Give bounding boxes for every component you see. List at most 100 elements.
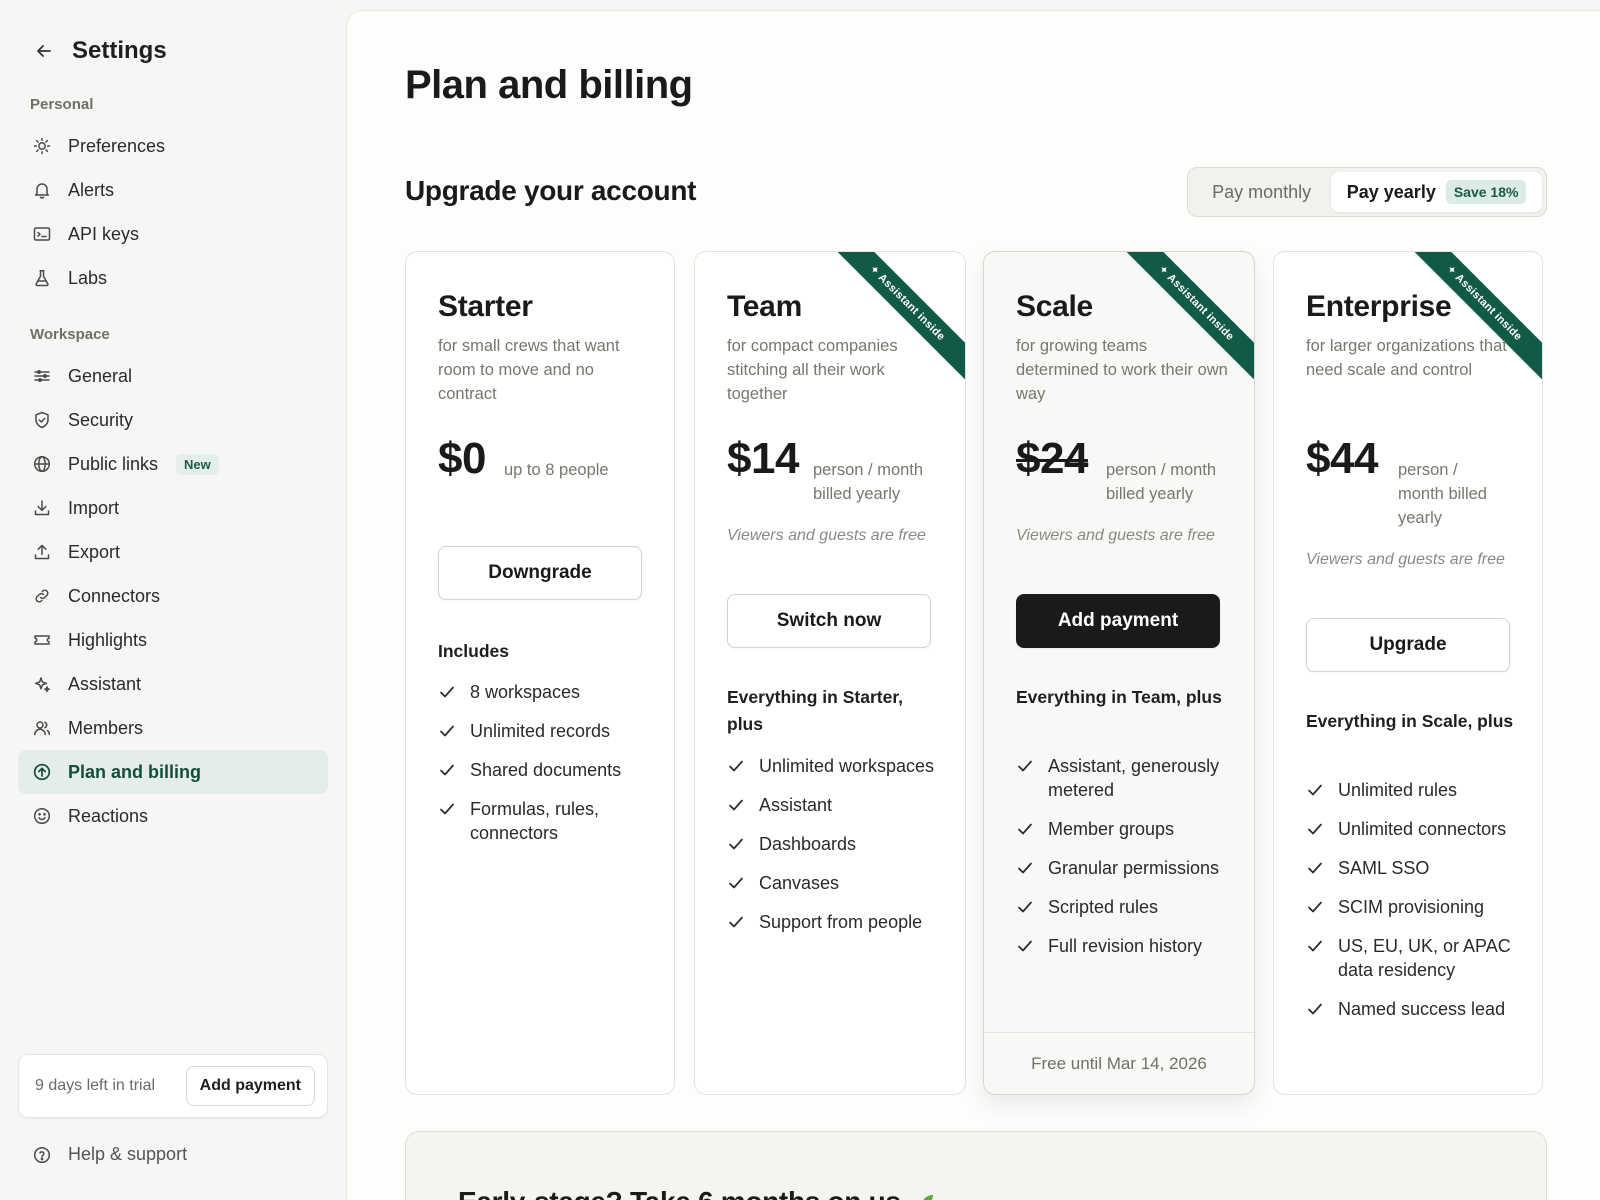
sidebar-item-label: General <box>68 365 133 386</box>
sidebar-item-label: Assistant <box>68 673 142 694</box>
plan-price-unit: person / month billed yearly <box>1106 461 1217 503</box>
feature-item: Unlimited workspaces <box>727 754 943 778</box>
check-icon <box>440 803 454 815</box>
feature-item: Named success lead <box>1306 997 1522 1021</box>
link-icon <box>35 589 49 603</box>
terminal-icon <box>33 227 51 241</box>
check-icon <box>1018 901 1032 913</box>
help-label: Help & support <box>68 1144 188 1164</box>
sidebar-item-security[interactable]: Security <box>18 398 328 442</box>
smile-icon <box>33 807 51 825</box>
check-icon <box>729 838 743 850</box>
sidebar-item-api-keys[interactable]: API keys <box>18 212 328 256</box>
plan-price: $44 <box>1306 434 1378 483</box>
shield-icon <box>35 411 49 429</box>
check-icon <box>729 877 743 889</box>
sidebar-title: Settings <box>72 37 167 64</box>
feature-item: Dashboards <box>727 832 943 856</box>
upgrade-button[interactable]: Upgrade <box>1306 618 1510 672</box>
sidebar-item-assistant[interactable]: Assistant <box>18 662 328 706</box>
back-arrow-icon[interactable] <box>34 41 54 61</box>
check-icon <box>1018 823 1032 835</box>
sidebar-item-label: Labs <box>68 267 108 288</box>
sidebar-header: Settings <box>34 34 167 68</box>
feature-item: Shared documents <box>438 758 654 782</box>
sidebar-item-label: Plan and billing <box>68 761 202 782</box>
sparkle-icon <box>34 677 50 693</box>
help-support-link[interactable]: Help & support <box>32 1144 187 1165</box>
banner-title-text: Early-stage? Take 6 months on us <box>458 1186 901 1200</box>
check-icon <box>1018 862 1032 874</box>
main-panel: Plan and billing Upgrade your account Pa… <box>346 10 1600 1200</box>
sidebar-item-public-links[interactable]: Public links New <box>18 442 328 486</box>
sidebar-item-import[interactable]: Import <box>18 486 328 530</box>
feature-item: SAML SSO <box>1306 856 1522 880</box>
plan-note: Viewers and guests are free <box>727 527 926 544</box>
feature-item: Unlimited records <box>438 719 654 743</box>
trial-box: 9 days left in trial Add payment <box>18 1054 328 1118</box>
features-title: Everything in Scale, plus <box>1306 711 1514 731</box>
plan-note: Viewers and guests are free <box>1306 551 1505 568</box>
plan-price-unit: person / month billed yearly <box>1398 461 1487 527</box>
check-icon <box>1308 940 1322 952</box>
sidebar-item-labs[interactable]: Labs <box>18 256 328 300</box>
check-icon <box>1308 823 1322 835</box>
plan-card-starter: Starter for small crews that want room t… <box>405 251 675 1095</box>
sidebar-item-members[interactable]: Members <box>18 706 328 750</box>
save-badge: Save 18% <box>1445 180 1527 204</box>
globe-icon <box>33 455 51 473</box>
sidebar-item-alerts[interactable]: Alerts <box>18 168 328 212</box>
plan-price: $24 <box>1016 434 1088 483</box>
sidebar-item-reactions[interactable]: Reactions <box>18 794 328 838</box>
sidebar-item-label: Connectors <box>68 585 161 606</box>
feature-list: 8 workspaces Unlimited records Shared do… <box>438 680 654 860</box>
bell-icon <box>34 183 50 199</box>
sidebar-item-connectors[interactable]: Connectors <box>18 574 328 618</box>
sidebar-item-general[interactable]: General <box>18 354 328 398</box>
page-title: Plan and billing <box>405 63 693 107</box>
pay-monthly-option[interactable]: Pay monthly <box>1192 172 1331 212</box>
section-title: Upgrade your account <box>405 175 697 206</box>
early-stage-banner: Early-stage? Take 6 months on us <box>405 1131 1547 1200</box>
sidebar-item-label: Import <box>68 497 120 518</box>
feature-item: Unlimited connectors <box>1306 817 1522 841</box>
feature-item: US, EU, UK, or APAC data residency <box>1306 934 1522 982</box>
plan-name: Team <box>727 290 802 323</box>
help-circle-icon <box>33 1146 51 1163</box>
check-icon <box>440 686 454 698</box>
download-icon <box>34 500 50 516</box>
sidebar-item-plan-and-billing[interactable]: Plan and billing <box>18 750 328 794</box>
plan-description: for small crews that want room to move a… <box>438 337 620 403</box>
downgrade-button[interactable]: Downgrade <box>438 546 642 600</box>
pay-yearly-option[interactable]: Pay yearly Save 18% <box>1331 172 1542 212</box>
check-icon <box>729 760 743 772</box>
trial-end-footer: Free until Mar 14, 2026 <box>984 1032 1254 1094</box>
arrow-up-circle-icon <box>33 763 51 781</box>
sidebar-item-highlights[interactable]: Highlights <box>18 618 328 662</box>
sidebar-item-label: Public links <box>68 453 159 474</box>
add-payment-button[interactable]: Add payment <box>1016 594 1220 648</box>
check-icon <box>1018 760 1032 772</box>
banner-title: Early-stage? Take 6 months on us <box>458 1186 937 1200</box>
feature-list: Unlimited rules Unlimited connectors SAM… <box>1306 778 1522 1036</box>
features-title: Includes <box>438 641 509 661</box>
feature-item: Scripted rules <box>1016 895 1232 919</box>
sidebar-add-payment-button[interactable]: Add payment <box>185 1066 315 1106</box>
plan-card-enterprise: ✦ Assistant inside Enterprise for larger… <box>1273 251 1543 1095</box>
switch-now-button[interactable]: Switch now <box>727 594 931 648</box>
check-icon <box>1308 862 1322 874</box>
sprout-icon <box>923 1195 933 1200</box>
plan-note: Viewers and guests are free <box>1016 527 1215 544</box>
sidebar-item-preferences[interactable]: Preferences <box>18 124 328 168</box>
plan-description: for growing teams determined to work the… <box>1016 337 1228 403</box>
plan-description: for compact companies stitching all thei… <box>727 337 898 403</box>
sun-icon <box>33 137 51 155</box>
sidebar-item-export[interactable]: Export <box>18 530 328 574</box>
settings-sidebar: Settings Personal Preferences Alerts API… <box>0 0 346 1200</box>
flask-icon <box>35 270 49 287</box>
check-icon <box>729 916 743 928</box>
check-icon <box>1018 940 1032 952</box>
feature-item: SCIM provisioning <box>1306 895 1522 919</box>
sidebar-item-label: Highlights <box>68 629 148 650</box>
section-label-personal: Personal <box>30 96 94 113</box>
